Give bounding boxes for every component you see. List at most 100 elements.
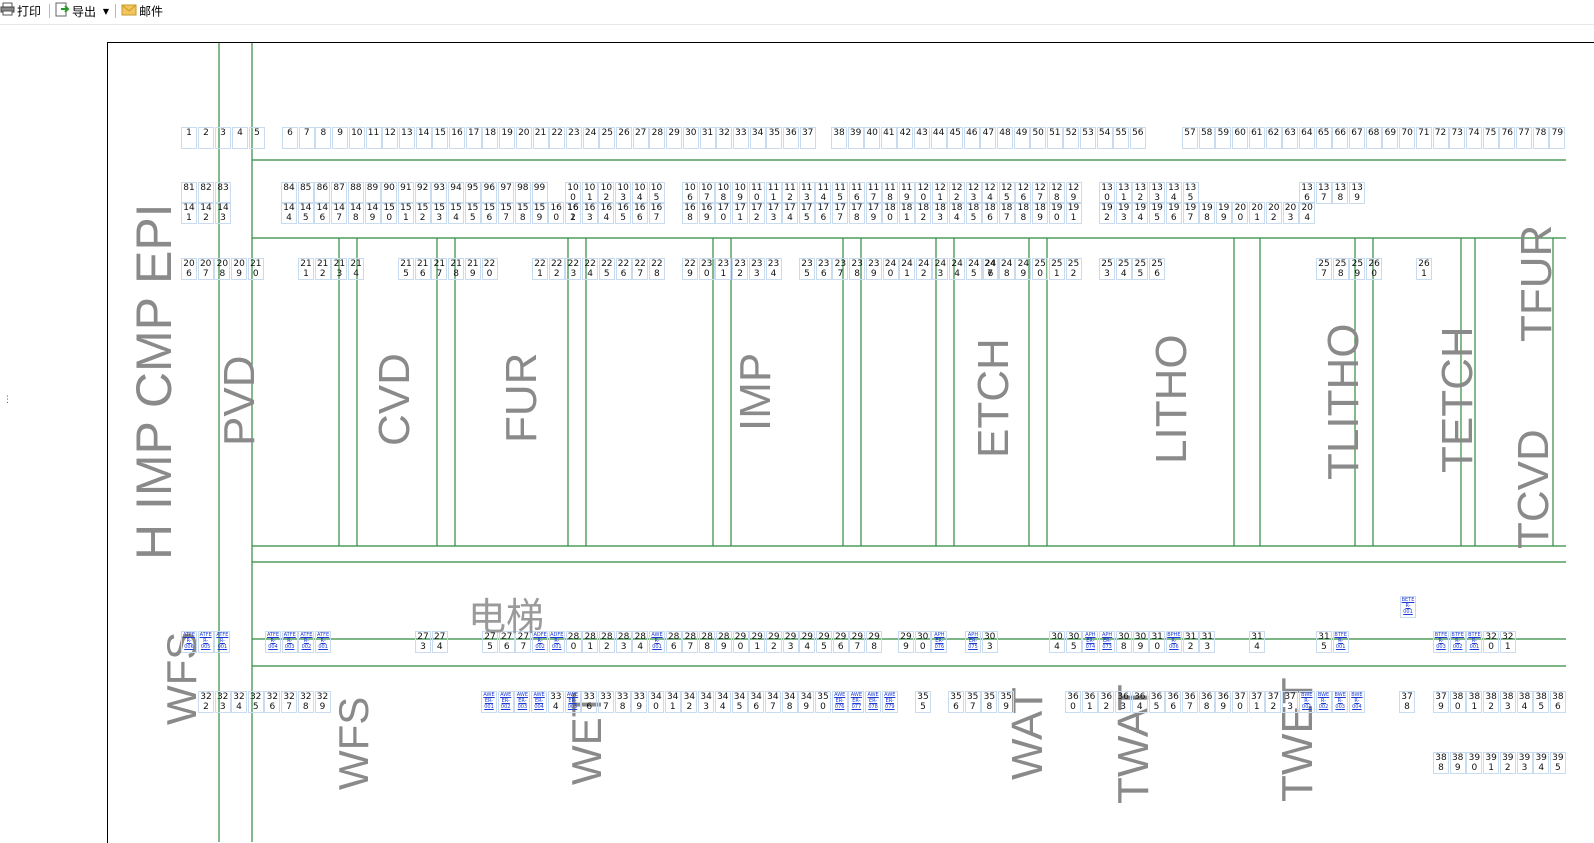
tool-cell: 24 2 bbox=[915, 258, 932, 280]
tool-link[interactable]: ATFE R- 006 bbox=[181, 631, 197, 653]
tool-cell: 20 bbox=[515, 127, 532, 149]
tool-cell: 13 6 bbox=[1299, 182, 1315, 204]
tool-cell: 29 7 bbox=[849, 631, 866, 653]
tool-cell: 25 bbox=[599, 127, 616, 149]
tool-link[interactable]: BTFE R- 001 bbox=[1332, 631, 1349, 653]
tool-link[interactable]: AWE ER- 004 bbox=[531, 691, 548, 713]
tool-cell: 15 3 bbox=[431, 202, 448, 224]
tool-cell: 39 2 bbox=[1499, 752, 1516, 774]
tool-cell: 13 4 bbox=[1165, 182, 1182, 204]
export-button[interactable]: 导出 ▼ bbox=[55, 2, 109, 20]
tool-link[interactable]: APH ER- 074 bbox=[1082, 631, 1099, 653]
tool-link[interactable]: BETE R- 001 bbox=[1400, 596, 1416, 618]
tool-cell: 34 4 bbox=[714, 691, 731, 713]
tool-link[interactable]: ATFE R- 001 bbox=[214, 631, 231, 653]
tool-cell: 24 5 bbox=[965, 258, 982, 280]
tool-link[interactable]: AWE ER- 078 bbox=[865, 691, 882, 713]
tool-link[interactable]: BWE R- 001 bbox=[1298, 691, 1315, 713]
tool-cell: 14 9 bbox=[364, 202, 381, 224]
tool-cell: 10 2 bbox=[598, 182, 615, 204]
tool-cell: 94 bbox=[448, 182, 464, 204]
tool-link[interactable]: AWE ER- 002 bbox=[497, 691, 514, 713]
tool-cell: 16 5 bbox=[615, 202, 632, 224]
tool-link[interactable]: APH ER- 075 bbox=[965, 631, 981, 653]
tool-cell: 31 0 bbox=[1149, 631, 1166, 653]
tool-cell: 14 3 bbox=[215, 202, 231, 224]
tool-cell: 67 bbox=[1349, 127, 1365, 149]
print-button[interactable]: 打印 bbox=[0, 2, 41, 20]
tool-cell: 23 bbox=[565, 127, 582, 149]
tool-link[interactable]: ADFE R- 001 bbox=[548, 631, 565, 653]
tool-cell: 28 0 bbox=[565, 631, 582, 653]
tool-cell: 77 bbox=[1516, 127, 1532, 149]
tool-cell: 32 8 bbox=[297, 691, 314, 713]
tool-cell: 22 9 bbox=[682, 258, 698, 280]
tool-cell: 19 0 bbox=[1048, 202, 1065, 224]
tool-link[interactable]: BWE R- 003 bbox=[1332, 691, 1349, 713]
tool-cell: 24 7 bbox=[982, 258, 998, 280]
tool-cell: 10 bbox=[348, 127, 365, 149]
tool-cell: 15 7 bbox=[498, 202, 515, 224]
tool-cell: 14 5 bbox=[297, 202, 314, 224]
tool-cell: 20 3 bbox=[1282, 202, 1299, 224]
tool-cell: 27 4 bbox=[431, 631, 448, 653]
tool-link[interactable]: BTFE R- 002 bbox=[1449, 631, 1466, 653]
tool-link[interactable]: AWE ER- 076 bbox=[831, 691, 848, 713]
tool-cell: 25 1 bbox=[1048, 258, 1065, 280]
tool-cell: 39 5 bbox=[1549, 752, 1566, 774]
tool-cell: 16 7 bbox=[648, 202, 665, 224]
tool-link[interactable]: AWE ER- 003 bbox=[514, 691, 531, 713]
tool-cell: 33 4 bbox=[547, 691, 564, 713]
tool-cell: 32 1 bbox=[1499, 631, 1516, 653]
tool-cell: 29 6 bbox=[832, 631, 849, 653]
tool-cell: 33 9 bbox=[631, 691, 648, 713]
tool-cell: 32 4 bbox=[231, 691, 247, 713]
tool-cell: 17 9 bbox=[865, 202, 882, 224]
tool-link[interactable]: ATFE R- 001 bbox=[315, 631, 332, 653]
tool-link[interactable]: AWE ER- 005 bbox=[564, 691, 581, 713]
tool-cell: 19 2 bbox=[1099, 202, 1115, 224]
tool-link[interactable]: AWE ER- 077 bbox=[848, 691, 865, 713]
tool-link[interactable]: ATFE R- 002 bbox=[298, 631, 315, 653]
tool-link[interactable]: APH ER- 076 bbox=[931, 631, 948, 653]
tool-link[interactable]: BWE R- 002 bbox=[1315, 691, 1332, 713]
tool-cell: 25 4 bbox=[1115, 258, 1132, 280]
tool-cell: 62 bbox=[1265, 127, 1282, 149]
tool-link[interactable]: BTFE R- 003 bbox=[1433, 631, 1449, 653]
tool-cell: 24 1 bbox=[899, 258, 915, 280]
envelope-icon bbox=[121, 3, 137, 21]
tool-link[interactable]: BWE R- 004 bbox=[1348, 691, 1365, 713]
tool-cell: 75 bbox=[1482, 127, 1499, 149]
tool-cell: 20 9 bbox=[231, 258, 248, 280]
tool-cell: 33 8 bbox=[614, 691, 631, 713]
tool-cell: 32 0 bbox=[1483, 631, 1500, 653]
tool-cell: 96 bbox=[481, 182, 498, 204]
tool-cell: 42 bbox=[897, 127, 914, 149]
tool-cell: 24 4 bbox=[949, 258, 966, 280]
tool-cell: 24 0 bbox=[882, 258, 899, 280]
tool-link[interactable]: BPHE R- 006 bbox=[1165, 631, 1182, 653]
tool-link[interactable]: APH ER- 073 bbox=[1099, 631, 1116, 653]
tool-cell: 29 5 bbox=[816, 631, 832, 653]
tool-link[interactable]: AWE ER- 001 bbox=[481, 691, 497, 713]
tool-cell: 24 8 bbox=[998, 258, 1015, 280]
tool-cell: 69 bbox=[1382, 127, 1399, 149]
tool-link[interactable]: AWE R- 001 bbox=[649, 631, 665, 653]
tool-cell: 51 bbox=[1046, 127, 1063, 149]
tool-cell: 93 bbox=[431, 182, 448, 204]
tool-link[interactable]: BTFE R- 001 bbox=[1466, 631, 1483, 653]
splitter-handle[interactable]: ⋮ bbox=[3, 396, 12, 405]
tool-cell: 18 bbox=[482, 127, 499, 149]
tool-link[interactable]: ATFE R- 003 bbox=[281, 631, 298, 653]
tool-link[interactable]: ATFE R- 005 bbox=[197, 631, 214, 653]
tool-cell: 15 bbox=[432, 127, 449, 149]
tool-link[interactable]: AWE ER- 079 bbox=[881, 691, 898, 713]
tool-cell: 73 bbox=[1449, 127, 1466, 149]
tool-cell: 19 5 bbox=[1149, 202, 1166, 224]
mail-button[interactable]: 邮件 bbox=[121, 2, 163, 20]
tool-cell: 17 3 bbox=[765, 202, 782, 224]
tool-cell: 23 0 bbox=[698, 258, 715, 280]
tool-link[interactable]: ATFE R- 004 bbox=[265, 631, 281, 653]
tool-cell: 11 1 bbox=[765, 182, 782, 204]
tool-cell: 38 3 bbox=[1499, 691, 1516, 713]
